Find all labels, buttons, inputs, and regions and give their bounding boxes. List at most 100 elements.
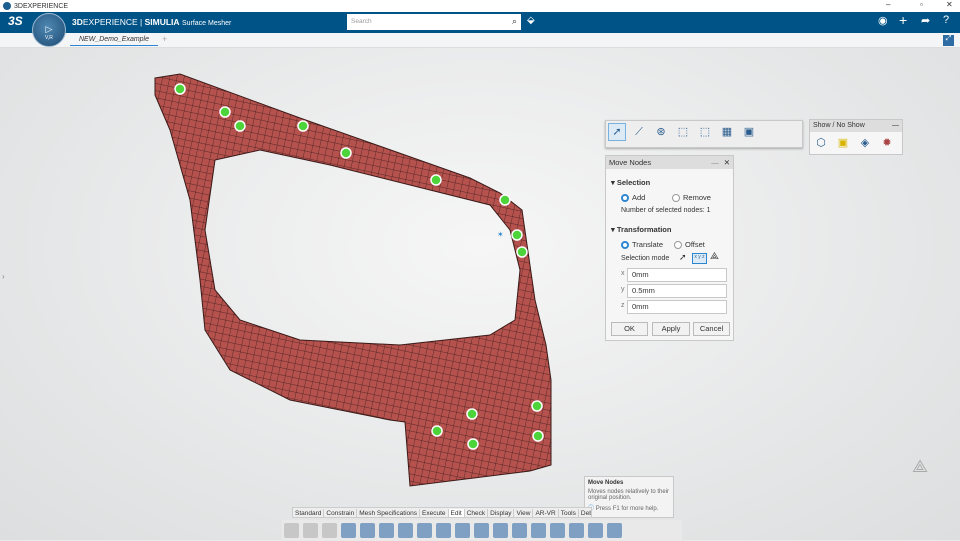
transformation-section-header[interactable]: ▾ Transformation — [611, 225, 671, 234]
box-select-2-icon[interactable]: ⬚ — [696, 123, 714, 141]
action-tab-execute[interactable]: Execute — [420, 509, 449, 517]
mesh-edit-icon[interactable] — [398, 523, 413, 538]
help-icon[interactable]: ? — [943, 14, 949, 26]
mesh-node[interactable] — [499, 194, 511, 206]
action-tab-mesh-specifications[interactable]: Mesh Specifications — [357, 509, 421, 517]
action-tab-standard[interactable]: Standard — [293, 509, 325, 517]
y-field[interactable]: 0.5mm — [627, 284, 727, 298]
3ds-logo-icon[interactable]: 3S — [8, 14, 23, 28]
mesh-node[interactable] — [532, 430, 544, 442]
mesh-smooth-icon[interactable] — [512, 523, 527, 538]
show-nodes-icon[interactable]: ▣ — [835, 134, 851, 150]
action-tab-check[interactable]: Check — [465, 509, 489, 517]
action-tab-edit[interactable]: Edit — [448, 509, 465, 517]
refresh-icon[interactable] — [607, 523, 622, 538]
x-field[interactable]: 0mm — [627, 268, 727, 282]
node-move-icon[interactable] — [417, 523, 432, 538]
select-edge-icon[interactable]: ⟋ — [630, 123, 648, 141]
tooltip-title: Move Nodes — [588, 480, 624, 486]
show-all-icon[interactable]: ✹ — [879, 134, 895, 150]
node-up-icon[interactable] — [531, 523, 546, 538]
tab-new-demo-example[interactable]: NEW_Demo_Example — [70, 36, 158, 46]
app-logo-icon — [3, 2, 11, 10]
mesh-node[interactable] — [516, 246, 528, 258]
show-cube-icon[interactable]: ⬡ — [813, 134, 829, 150]
compass-widget[interactable]: ▷ V,R — [32, 13, 66, 47]
move-nodes-icon[interactable] — [550, 523, 565, 538]
x-label: x — [621, 270, 625, 277]
dialog-title: Move Nodes — [609, 158, 652, 167]
triad-mode-icon[interactable]: ⟁ — [710, 251, 719, 262]
minimize-button[interactable]: — — [892, 122, 899, 129]
share-icon[interactable]: ➦ — [921, 14, 930, 27]
selection-section-header[interactable]: ▾ Selection — [611, 178, 650, 187]
tooltip-description: Moves nodes relatively to their original… — [588, 489, 670, 501]
window-title: 3DEXPERIENCE — [14, 2, 69, 10]
mesh-node[interactable] — [466, 408, 478, 420]
action-tab-tools[interactable]: Tools — [559, 509, 579, 517]
maximize-button[interactable]: ▫ — [920, 0, 923, 9]
export-icon[interactable] — [360, 523, 375, 538]
quad-icon[interactable] — [474, 523, 489, 538]
box-select-icon[interactable]: ⬚ — [674, 123, 692, 141]
apply-button[interactable]: Apply — [652, 322, 690, 336]
action-tab-constrain[interactable]: Constrain — [324, 509, 358, 517]
mesh-node[interactable] — [467, 438, 479, 450]
brand-rest: EXPERIENCE | — [82, 17, 145, 27]
surface-icon[interactable] — [436, 523, 451, 538]
action-tab-display[interactable]: Display — [488, 509, 515, 517]
mesh-view-icon[interactable] — [493, 523, 508, 538]
mesh-node[interactable] — [219, 106, 231, 118]
pointer-mode-icon[interactable]: ➚ — [679, 252, 687, 263]
xyz-mode-button[interactable]: x y z — [692, 253, 707, 264]
action-tab-debu[interactable]: Debu — [579, 509, 591, 517]
mesh-node[interactable] — [531, 400, 543, 412]
mesh-node[interactable] — [511, 229, 523, 241]
expand-left-icon[interactable]: › — [2, 272, 5, 281]
paste-icon[interactable] — [322, 523, 337, 538]
window-titlebar: 3DEXPERIENCE – ▫ ✕ — [0, 0, 960, 12]
z-field[interactable]: 0mm — [627, 300, 727, 314]
mesh-grid-icon[interactable]: ▦ — [718, 123, 736, 141]
user-icon[interactable]: ◉ — [878, 14, 888, 27]
search-input[interactable]: Search ⌕ — [347, 14, 521, 30]
grid-pick-icon[interactable] — [455, 523, 470, 538]
add-tab-button[interactable]: + — [162, 34, 167, 44]
plus-icon[interactable]: + — [899, 12, 907, 28]
radio-translate-label: Translate — [632, 240, 663, 249]
table-icon[interactable] — [379, 523, 394, 538]
radio-translate[interactable]: Translate — [621, 240, 663, 250]
fullscreen-icon[interactable]: ⤢ — [943, 35, 954, 46]
tag-icon[interactable]: ⬙ — [527, 15, 535, 26]
copy-icon[interactable] — [303, 523, 318, 538]
mesh-split-icon[interactable] — [569, 523, 584, 538]
select-arrow-icon[interactable]: ➚ — [608, 123, 626, 141]
action-tab-ar-vr[interactable]: AR-VR — [533, 509, 559, 517]
undo-icon[interactable] — [341, 523, 356, 538]
mesh-node[interactable] — [297, 120, 309, 132]
minimize-icon[interactable]: — — [711, 158, 719, 167]
cancel-button[interactable]: Cancel — [693, 322, 730, 336]
radio-add[interactable]: Add — [621, 193, 645, 203]
mesh-node[interactable] — [431, 425, 443, 437]
action-tab-view[interactable]: View — [514, 509, 534, 517]
close-icon[interactable]: ✕ — [724, 158, 730, 167]
radio-offset[interactable]: Offset — [674, 240, 705, 250]
select-face-icon[interactable]: ⊛ — [652, 123, 670, 141]
mesh-node[interactable] — [174, 83, 186, 95]
select-all-icon[interactable]: ▣ — [740, 123, 758, 141]
mesh-merge-icon[interactable] — [588, 523, 603, 538]
mesh-node[interactable] — [234, 120, 246, 132]
action-bar: Standard Constrain Mesh Specifications Exec… — [282, 507, 682, 541]
mesh-node[interactable] — [430, 174, 442, 186]
mesh-node[interactable] — [340, 147, 352, 159]
mesh-surface[interactable] — [154, 73, 552, 487]
axis-triad-icon: ⟁ — [912, 456, 929, 476]
radio-remove[interactable]: Remove — [672, 193, 711, 203]
cut-icon[interactable] — [284, 523, 299, 538]
minimize-button[interactable]: – — [886, 0, 890, 9]
show-mesh-icon[interactable]: ◈ — [857, 134, 873, 150]
ok-button[interactable]: OK — [611, 322, 648, 336]
search-icon[interactable]: ⌕ — [512, 16, 517, 27]
close-button[interactable]: ✕ — [946, 0, 953, 9]
